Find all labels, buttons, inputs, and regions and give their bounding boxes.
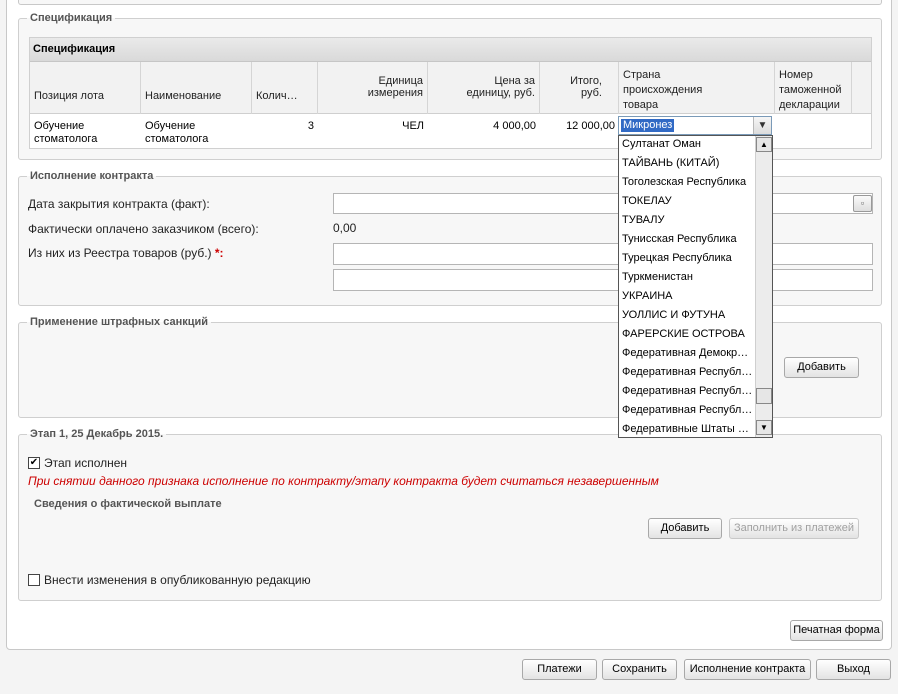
spec-fieldset-legend: Спецификация — [30, 12, 113, 24]
col-header-price[interactable]: Цена за единицу, руб. — [428, 62, 540, 114]
print-form-button[interactable]: Печатная форма — [790, 620, 883, 641]
col-header-unit[interactable]: Единица измерения — [318, 62, 428, 114]
stage-done-checkbox[interactable]: ✔ — [28, 457, 40, 469]
edit-published-checkbox[interactable] — [28, 574, 40, 586]
stage-warning: При снятии данного признака исполнение п… — [28, 474, 659, 488]
cell-position: Обучение стоматолога — [34, 120, 98, 145]
scroll-down-icon[interactable]: ▼ — [756, 420, 772, 435]
close-date-field[interactable] — [333, 193, 873, 214]
cell-name: Обучение стоматолога — [145, 120, 209, 145]
dropdown-option[interactable]: Федеративная Демокр… — [619, 345, 753, 364]
col-header-unit-text: Единица измерения — [367, 75, 423, 99]
cell-total: 12 000,00 — [566, 120, 615, 132]
chevron-down-icon[interactable]: ▼ — [753, 117, 771, 134]
col-header-quantity[interactable]: Колич… — [252, 62, 318, 114]
scroll-thumb[interactable] — [756, 388, 772, 404]
dropdown-option[interactable]: ТАЙВАНЬ (КИТАЙ) — [619, 155, 753, 174]
contract-execution-button[interactable]: Исполнение контракта — [684, 659, 811, 680]
col-header-customs-text: Номер таможенной декларации — [779, 69, 842, 111]
col-header-total-text: Итого, руб. — [570, 75, 602, 99]
dropdown-option[interactable]: ТОКЕЛАУ — [619, 193, 753, 212]
dropdown-option[interactable]: Туркменистан — [619, 269, 753, 288]
registry-field[interactable] — [333, 243, 873, 265]
calendar-icon[interactable]: ▫ — [853, 195, 872, 212]
dropdown-option[interactable]: Федеративная Республ… — [619, 383, 753, 402]
dropdown-option[interactable]: ТУВАЛУ — [619, 212, 753, 231]
paid-value: 0,00 — [333, 221, 357, 235]
cell-price: 4 000,00 — [493, 120, 536, 132]
close-date-label: Дата закрытия контракта (факт): — [28, 197, 210, 211]
dropdown-option[interactable]: Федеративная Республ… — [619, 402, 753, 421]
add-penalty-button[interactable]: Добавить — [784, 357, 859, 378]
dropdown-option[interactable]: Султанат Оман — [619, 136, 753, 155]
grid-title: Спецификация — [30, 38, 871, 62]
registry-field-2[interactable] — [333, 269, 873, 291]
dropdown-option[interactable]: ФАРЕРСКИЕ ОСТРОВА — [619, 326, 753, 345]
stage-done-label: Этап исполнен — [44, 456, 128, 470]
payment-info-heading: Сведения о фактической выплате — [34, 498, 222, 510]
stage-fieldset-legend: Этап 1, 25 Декабрь 2015. — [30, 428, 164, 440]
required-mark: *: — [214, 246, 224, 260]
fill-from-payments-button[interactable]: Заполнить из платежей — [729, 518, 859, 539]
country-combo[interactable]: Микронез ▼ — [618, 116, 772, 135]
cell-unit: ЧЕЛ — [402, 120, 424, 132]
paid-label: Фактически оплачено заказчиком (всего): — [28, 222, 259, 236]
payments-button[interactable]: Платежи — [522, 659, 597, 680]
country-options-list: Султанат Оман ТАЙВАНЬ (КИТАЙ) Тоголезская … — [619, 136, 772, 437]
cell-quantity: 3 — [307, 120, 314, 132]
col-header-price-text: Цена за единицу, руб. — [466, 75, 535, 99]
country-dropdown[interactable]: Султанат Оман ТАЙВАНЬ (КИТАЙ) Тоголезская … — [618, 135, 773, 438]
dropdown-option[interactable]: Тоголезская Республика — [619, 174, 753, 193]
registry-label: Из них из Реестра товаров (руб.) *: — [28, 246, 224, 260]
country-combo-value: Микронез — [621, 119, 675, 132]
edit-published-label: Внести изменения в опубликованную редакц… — [44, 573, 311, 587]
col-header-country[interactable]: Страна происхождения товара — [619, 62, 775, 114]
save-button[interactable]: Сохранить — [602, 659, 677, 680]
dropdown-option[interactable]: УКРАИНА — [619, 288, 753, 307]
col-header-total[interactable]: Итого, руб. — [540, 62, 619, 114]
execution-fieldset-legend: Исполнение контракта — [30, 170, 154, 182]
col-header-name[interactable]: Наименование — [141, 62, 252, 114]
col-header-position[interactable]: Позиция лота — [30, 62, 141, 114]
exit-button[interactable]: Выход — [816, 659, 891, 680]
dropdown-scrollbar[interactable]: ▲ ▼ — [755, 136, 772, 437]
dropdown-option[interactable]: Федеративная Республ… — [619, 364, 753, 383]
col-header-country-text: Страна происхождения товара — [623, 69, 703, 111]
registry-label-text: Из них из Реестра товаров (руб.) — [28, 246, 212, 260]
dropdown-option[interactable]: УОЛЛИС И ФУТУНА — [619, 307, 753, 326]
col-header-customs[interactable]: Номер таможенной декларации — [775, 62, 852, 114]
grid-header: Позиция лота Наименование Колич… Единица… — [30, 62, 871, 114]
scroll-up-icon[interactable]: ▲ — [756, 137, 772, 152]
add-payment-button[interactable]: Добавить — [648, 518, 722, 539]
dropdown-option[interactable]: Турецкая Республика — [619, 250, 753, 269]
dropdown-option[interactable]: Федеративные Штаты … — [619, 421, 753, 437]
penalties-fieldset-legend: Применение штрафных санкций — [30, 316, 209, 328]
previous-fieldset-bottom — [18, 0, 882, 5]
dropdown-option[interactable]: Тунисская Республика — [619, 231, 753, 250]
